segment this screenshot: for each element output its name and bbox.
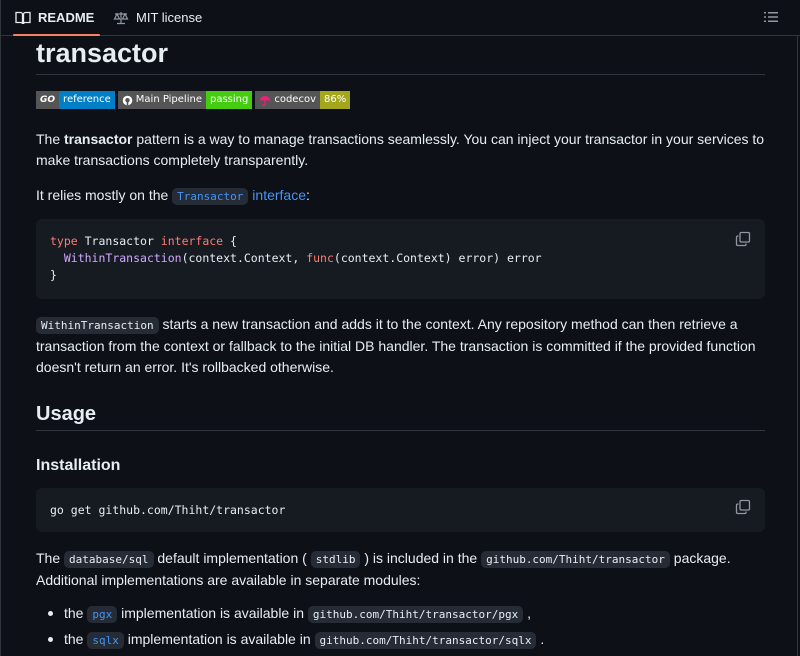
copy-button[interactable]: [735, 499, 751, 520]
installation-heading: Installation: [36, 457, 121, 474]
transactor-code: Transactor: [172, 188, 249, 205]
code-keyword: interface: [160, 234, 224, 248]
package-path-code: github.com/Thiht/transactor: [481, 551, 670, 568]
sqlx-link[interactable]: sqlx: [87, 631, 124, 649]
book-icon: [15, 11, 31, 24]
list-text: the: [64, 631, 88, 647]
intro-paragraph: The transactor pattern is a way to manag…: [36, 129, 765, 171]
codecov-badge-left: codecov: [255, 91, 320, 109]
go-reference-label: reference: [59, 91, 115, 109]
codecov-badge-label: codecov: [274, 94, 316, 105]
code-type-name: Transactor: [77, 234, 161, 248]
relies-colon: :: [306, 187, 310, 203]
impl-text: The: [36, 550, 65, 566]
impl-text: ) is included in the: [360, 550, 482, 566]
usage-divider: [36, 430, 765, 431]
list-text: implementation is available in: [123, 631, 315, 647]
pgx-link[interactable]: pgx: [87, 605, 118, 623]
code-function: WithinTransaction: [63, 251, 182, 265]
transactor-interface-link[interactable]: Transactor interface: [172, 187, 306, 205]
pipeline-status: passing: [205, 91, 253, 109]
title-divider: [36, 74, 765, 75]
implementation-list: the pgx implementation is available in g…: [36, 603, 765, 655]
default-impl-paragraph: The database/sql default implementation …: [36, 548, 765, 591]
list-unordered-icon: [764, 12, 778, 22]
copy-icon: [735, 231, 751, 247]
code-args: (context.Context) error) error: [333, 251, 542, 265]
list-text: .: [536, 631, 545, 647]
readme-tab-bar: README MIT license: [1, 0, 800, 36]
sqlx-code: sqlx: [87, 632, 124, 649]
intro-text-start: The: [36, 131, 65, 147]
intro-bold: transactor: [64, 131, 133, 147]
code-keyword: func: [306, 251, 334, 265]
copy-icon: [735, 499, 751, 515]
github-icon: [122, 95, 133, 105]
within-paragraph: WithinTransaction starts a new transacti…: [36, 314, 765, 378]
within-transaction-code: WithinTransaction: [36, 317, 159, 334]
list-text: implementation is available in: [117, 605, 308, 621]
pipeline-badge-label: Main Pipeline: [135, 94, 202, 105]
law-scale-icon: [113, 11, 129, 24]
pgx-path-code: github.com/Thiht/transactor/pgx: [307, 606, 524, 623]
install-command: go get github.com/Thiht/transactor: [50, 503, 286, 517]
pipeline-badge[interactable]: Main Pipeline passing: [117, 91, 253, 109]
pipeline-badge-left: Main Pipeline: [117, 91, 206, 109]
badge-row: GO reference Main Pipeline passing codec…: [36, 91, 351, 109]
go-logo-label: GO: [36, 91, 60, 109]
relies-text: It relies mostly on the: [36, 187, 173, 203]
impl-text: default implementation (: [153, 550, 311, 566]
list-text: ,: [523, 605, 531, 621]
code-brace: {: [223, 234, 237, 248]
table-of-contents-button[interactable]: [763, 9, 779, 30]
interface-link-text: interface: [248, 187, 306, 203]
list-text: the: [64, 605, 88, 621]
readme-panel: README MIT license transactor GO referen…: [0, 0, 800, 656]
database-sql-code: database/sql: [64, 551, 154, 568]
codecov-umbrella-icon: [260, 95, 271, 106]
codecov-badge[interactable]: codecov 86%: [255, 91, 351, 109]
codecov-value: 86%: [320, 91, 351, 109]
code-brace: }: [50, 268, 57, 282]
relies-paragraph: It relies mostly on the Transactor inter…: [36, 185, 310, 207]
code-args: (context.Context,: [181, 251, 307, 265]
copy-button[interactable]: [735, 231, 751, 252]
list-item: the sqlx implementation is available in …: [36, 629, 765, 655]
interface-code-block: type Transactor interface { WithinTransa…: [36, 219, 765, 299]
code-text: type Transactor interface { WithinTransa…: [50, 233, 751, 284]
tab-readme[interactable]: README: [12, 0, 101, 36]
stdlib-code: stdlib: [310, 551, 361, 568]
page-title: transactor: [36, 38, 169, 68]
install-code-block: go get github.com/Thiht/transactor: [36, 488, 765, 532]
code-keyword: type: [50, 234, 78, 248]
sqlx-path-code: github.com/Thiht/transactor/sqlx: [314, 632, 537, 649]
intro-text-end: pattern is a way to manage transactions …: [36, 131, 765, 168]
pgx-code: pgx: [87, 606, 118, 623]
go-reference-badge[interactable]: GO reference: [36, 91, 115, 109]
list-item: the pgx implementation is available in g…: [36, 603, 765, 629]
usage-heading: Usage: [36, 403, 97, 425]
tab-license-label: MIT license: [136, 10, 203, 25]
tab-readme-label: README: [38, 10, 95, 25]
tab-license[interactable]: MIT license: [113, 0, 202, 35]
